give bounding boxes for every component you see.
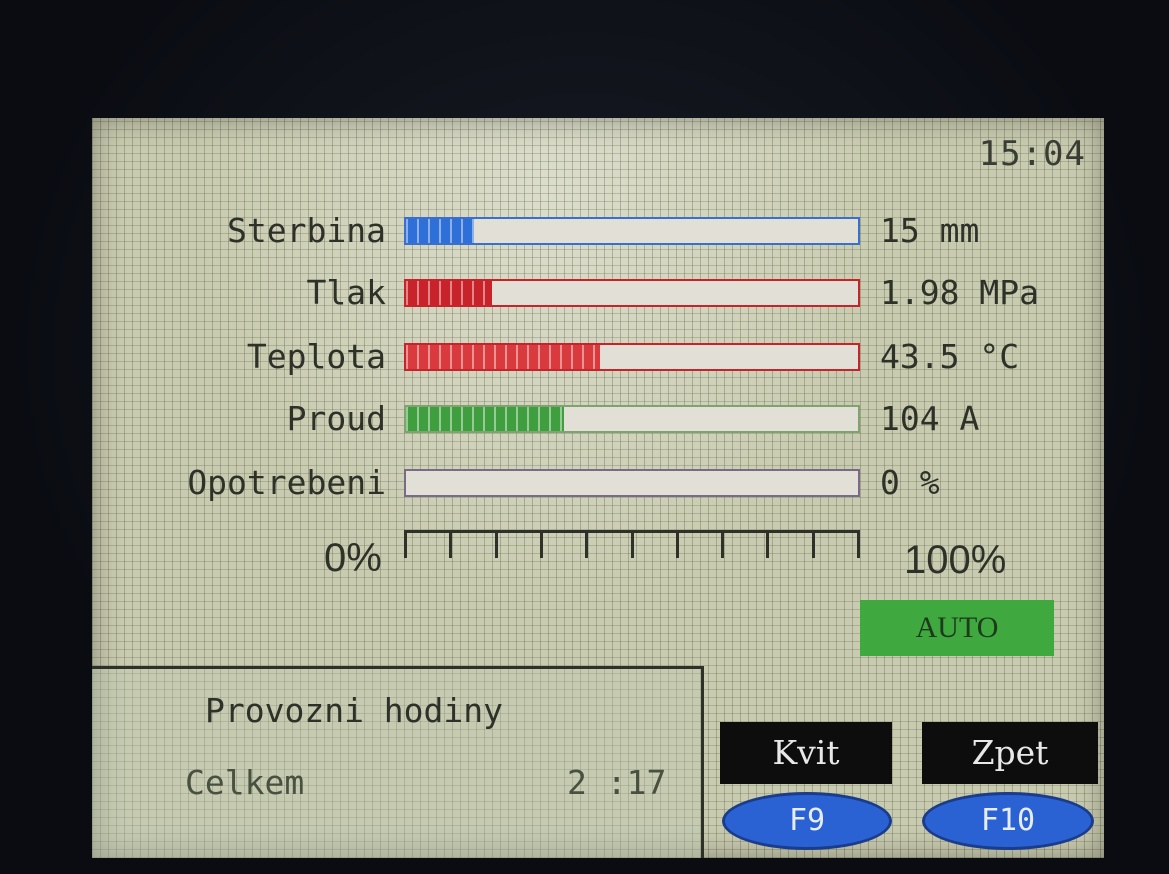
- f10-button[interactable]: F10: [922, 792, 1094, 850]
- gauge-value: 0 %: [880, 463, 940, 502]
- scale-tick: [721, 530, 725, 558]
- gauge-value: 15 mm: [880, 211, 980, 250]
- scale-tick: [449, 530, 453, 558]
- scale-tick: [494, 530, 498, 558]
- auto-mode-badge: AUTO: [860, 600, 1054, 656]
- scale-tick: [675, 530, 679, 558]
- total-hours-label: Celkem: [185, 763, 305, 802]
- scale-tick: [539, 530, 543, 558]
- gauge-bar-fill: [406, 219, 474, 243]
- gauge-bar-fill: [406, 345, 601, 369]
- operating-hours-title: Provozni hodiny: [205, 691, 504, 730]
- total-hours-value: 2 :17: [567, 763, 667, 802]
- gauge-bar: [404, 405, 860, 433]
- gauge-bar: [404, 343, 860, 371]
- kvit-label: Kvit: [720, 722, 892, 784]
- gauge-row-opotrebeni: Opotrebeni 0 %: [92, 466, 1104, 500]
- gauge-label: Sterbina: [227, 211, 386, 250]
- gauge-bar: [404, 279, 860, 307]
- gauge-label: Opotrebeni: [187, 463, 386, 502]
- scale-tick: [630, 530, 634, 558]
- gauge-bar: [404, 217, 860, 245]
- gauge-row-sterbina: Sterbina 15 mm: [92, 214, 1104, 248]
- gauge-bar: [404, 469, 860, 497]
- scale-tick: [857, 530, 860, 558]
- scale-tick: [811, 530, 815, 558]
- percent-scale: [404, 530, 860, 564]
- scale-tick: [404, 530, 407, 558]
- scale-tick: [766, 530, 770, 558]
- zpet-label: Zpet: [922, 722, 1098, 784]
- gauge-row-tlak: Tlak 1.98 MPa: [92, 276, 1104, 310]
- clock: 15:04: [978, 134, 1086, 174]
- scale-min-label: 0%: [324, 536, 382, 580]
- gauge-value: 104 A: [880, 399, 980, 438]
- gauge-label: Tlak: [306, 273, 386, 312]
- gauge-value: 1.98 MPa: [880, 273, 1039, 312]
- operating-hours-panel: Provozni hodiny Celkem 2 :17: [92, 666, 704, 858]
- gauge-label: Teplota: [246, 337, 386, 376]
- f9-button[interactable]: F9: [722, 792, 892, 850]
- gauge-row-proud: Proud 104 A: [92, 402, 1104, 436]
- hmi-screen: 15:04 Sterbina 15 mm Tlak 1.98 MPa Teplo…: [92, 118, 1104, 858]
- scale-tick: [585, 530, 589, 558]
- gauge-value: 43.5 °C: [880, 337, 1020, 376]
- gauge-label: Proud: [286, 399, 386, 438]
- gauge-row-teplota: Teplota 43.5 °C: [92, 340, 1104, 374]
- gauge-bar-fill: [406, 281, 492, 305]
- scale-max-label: 100%: [904, 538, 1007, 582]
- gauge-bar-fill: [406, 407, 565, 431]
